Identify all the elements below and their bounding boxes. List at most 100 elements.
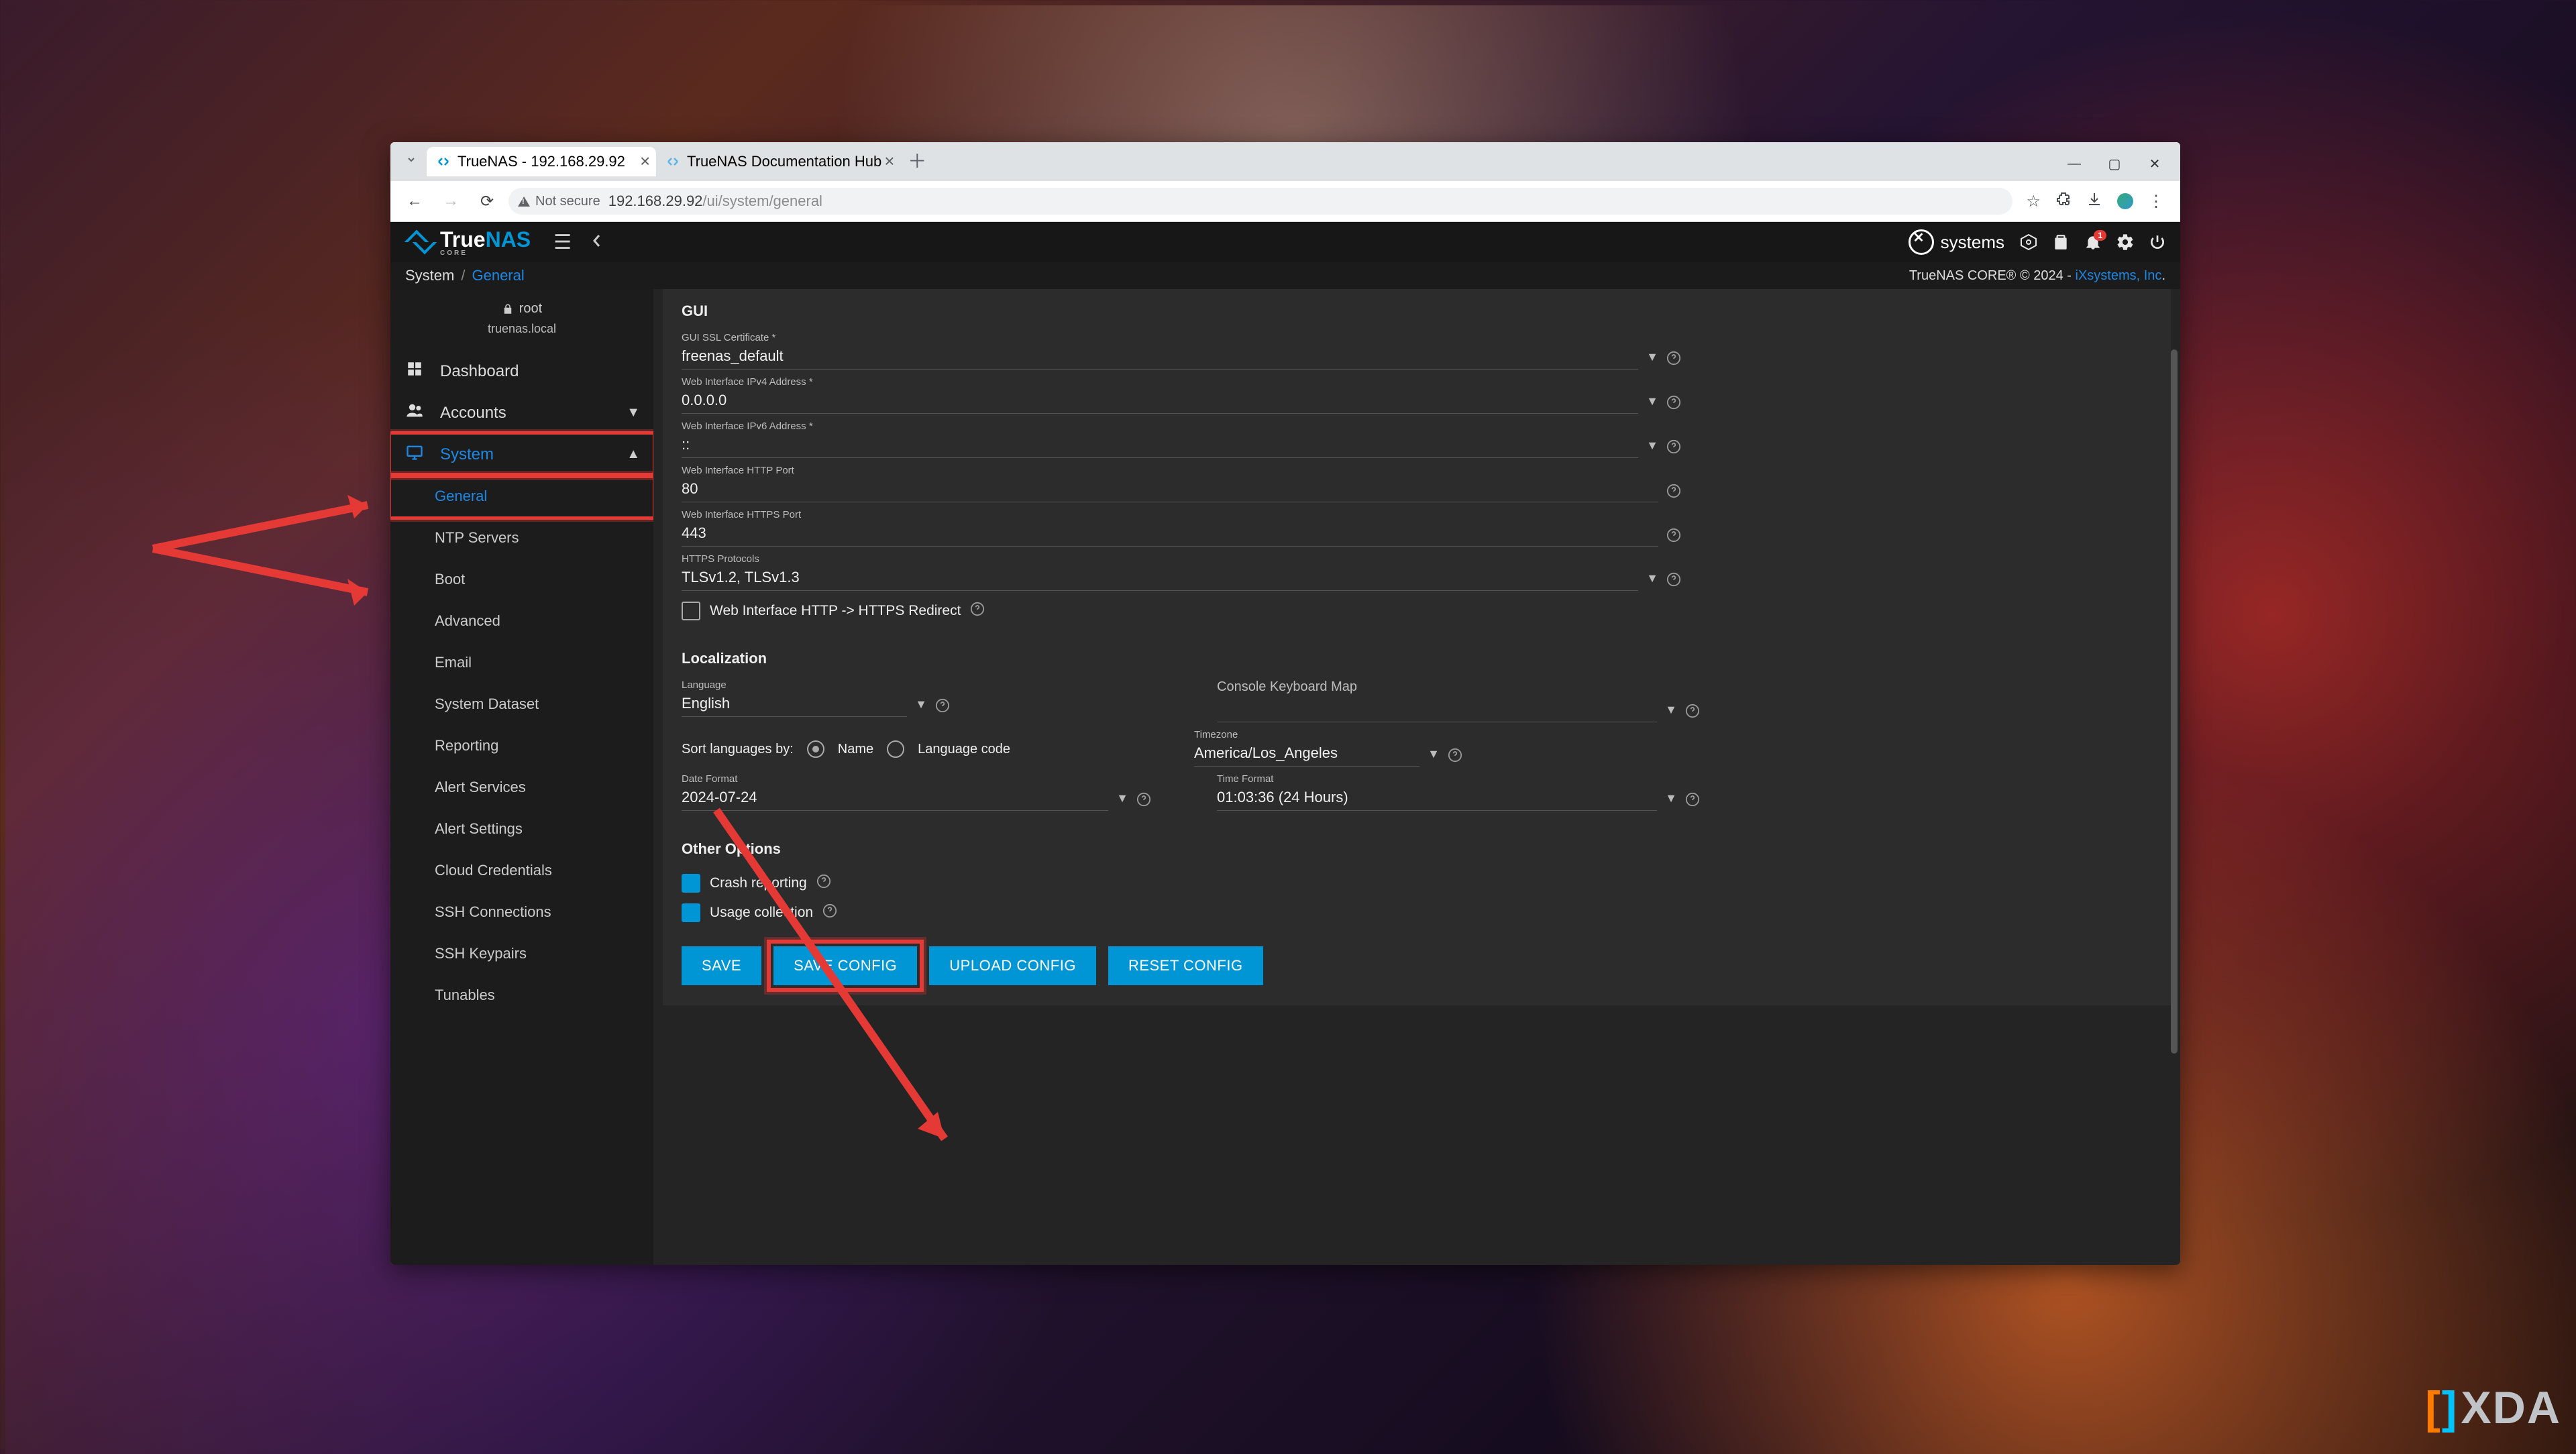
close-tab-icon[interactable]: ✕: [883, 154, 895, 170]
timezone-select[interactable]: America/Los_Angeles: [1194, 740, 1419, 767]
nav-back-button[interactable]: ←: [400, 186, 429, 216]
dropdown-icon[interactable]: ▼: [1646, 394, 1658, 414]
sidebar-item-dashboard[interactable]: Dashboard: [390, 351, 653, 392]
scrollbar-track[interactable]: [2171, 289, 2178, 1265]
profile-avatar[interactable]: [2117, 193, 2133, 209]
browser-menu-icon[interactable]: ⋮: [2148, 192, 2164, 211]
new-tab-button[interactable]: ＋: [904, 148, 930, 173]
desktop-wallpaper: TrueNAS - 192.168.29.92 ✕ TrueNAS Docume…: [5, 5, 2576, 1454]
sidebar-item-cloud-credentials[interactable]: Cloud Credentials: [390, 850, 653, 891]
truenas-logo[interactable]: TrueNAS CORE: [390, 227, 549, 257]
help-icon[interactable]: [816, 874, 831, 893]
sidebar-collapse-button[interactable]: [580, 232, 614, 253]
xda-watermark: []XDA: [2425, 1382, 2561, 1434]
window-close-button[interactable]: ✕: [2135, 150, 2175, 177]
dropdown-icon[interactable]: ▼: [1646, 350, 1658, 370]
help-icon[interactable]: [822, 903, 837, 922]
ix-logo-icon: [1909, 229, 1934, 255]
sort-code-radio[interactable]: [887, 740, 904, 758]
dropdown-icon[interactable]: ▼: [1646, 439, 1658, 458]
tab-search-button[interactable]: [400, 148, 423, 171]
crash-reporting-checkbox[interactable]: Crash reporting: [682, 863, 2171, 893]
accounts-icon: [404, 401, 425, 425]
nav-reload-button[interactable]: ⟳: [472, 186, 502, 216]
dropdown-icon[interactable]: ▼: [1116, 791, 1128, 811]
save-config-button[interactable]: SAVE CONFIG: [773, 946, 917, 985]
truecommand-icon[interactable]: [2012, 226, 2045, 258]
language-select[interactable]: English: [682, 691, 907, 717]
sidebar-item-ssh-connections[interactable]: SSH Connections: [390, 891, 653, 933]
help-icon[interactable]: [935, 698, 950, 717]
kbd-select[interactable]: [1217, 695, 1657, 722]
extensions-icon[interactable]: [2055, 191, 2072, 212]
tab-truenas[interactable]: TrueNAS - 192.168.29.92 ✕: [427, 147, 656, 176]
checkbox-checked-icon: [682, 903, 700, 922]
sidebar-item-advanced[interactable]: Advanced: [390, 600, 653, 642]
dateformat-select[interactable]: 2024-07-24: [682, 785, 1108, 811]
power-icon[interactable]: [2141, 226, 2174, 258]
usage-collection-checkbox[interactable]: Usage collection: [682, 893, 2171, 922]
sidebar-item-boot[interactable]: Boot: [390, 559, 653, 600]
sidebar-item-alert-settings[interactable]: Alert Settings: [390, 808, 653, 850]
help-icon[interactable]: [1666, 484, 1681, 502]
notifications-icon[interactable]: 1: [2077, 226, 2109, 258]
https-redirect-checkbox[interactable]: Web Interface HTTP -> HTTPS Redirect: [682, 591, 2171, 620]
help-icon[interactable]: [970, 602, 985, 620]
dropdown-icon[interactable]: ▼: [1665, 791, 1677, 811]
ipv6-select[interactable]: ::: [682, 432, 1638, 458]
scrollbar-thumb[interactable]: [2171, 349, 2178, 1054]
upload-config-button[interactable]: UPLOAD CONFIG: [929, 946, 1096, 985]
gui-section-title: GUI: [682, 293, 2171, 325]
downloads-icon[interactable]: [2086, 191, 2102, 212]
clipboard-icon[interactable]: [2045, 226, 2077, 258]
sidebar-item-accounts[interactable]: Accounts ▼: [390, 392, 653, 434]
help-icon[interactable]: [1666, 528, 1681, 547]
sidebar-item-email[interactable]: Email: [390, 642, 653, 683]
close-tab-icon[interactable]: ✕: [639, 154, 651, 170]
help-icon[interactable]: [1685, 792, 1700, 811]
help-icon[interactable]: [1666, 572, 1681, 591]
sidebar-item-reporting[interactable]: Reporting: [390, 725, 653, 767]
dropdown-icon[interactable]: ▼: [1428, 747, 1440, 767]
dropdown-icon[interactable]: ▼: [1646, 571, 1658, 591]
timeformat-select[interactable]: 01:03:36 (24 Hours): [1217, 785, 1657, 811]
sidebar-item-tunables[interactable]: Tunables: [390, 974, 653, 1016]
save-button[interactable]: SAVE: [682, 946, 761, 985]
dropdown-icon[interactable]: ▼: [1665, 703, 1677, 722]
window-minimize-button[interactable]: —: [2054, 150, 2094, 177]
breadcrumb-system[interactable]: System: [405, 267, 454, 284]
kbd-label: Console Keyboard Map: [1217, 679, 1700, 695]
https-port-input[interactable]: 443: [682, 520, 1658, 547]
https-proto-select[interactable]: TLSv1.2, TLSv1.3: [682, 565, 1638, 591]
sidebar-item-ntp[interactable]: NTP Servers: [390, 517, 653, 559]
site-security-chip[interactable]: Not secure: [518, 194, 600, 209]
nav-forward-button[interactable]: →: [436, 186, 466, 216]
help-icon[interactable]: [1136, 792, 1151, 811]
dropdown-icon[interactable]: ▼: [915, 697, 927, 717]
sidebar-toggle-button[interactable]: ☰: [549, 231, 580, 254]
sidebar-item-system[interactable]: System ▲: [390, 434, 653, 476]
reset-config-button[interactable]: RESET CONFIG: [1108, 946, 1263, 985]
sidebar-item-alert-services[interactable]: Alert Services: [390, 767, 653, 808]
breadcrumb-general[interactable]: General: [472, 267, 524, 284]
expand-icon: ▼: [627, 405, 640, 421]
ipv4-select[interactable]: 0.0.0.0: [682, 388, 1638, 414]
help-icon[interactable]: [1666, 395, 1681, 414]
help-icon[interactable]: [1666, 439, 1681, 458]
help-icon[interactable]: [1666, 351, 1681, 370]
bookmark-icon[interactable]: ☆: [2026, 192, 2041, 211]
ixsystems-link[interactable]: systems: [1900, 229, 2012, 255]
settings-icon[interactable]: [2109, 226, 2141, 258]
help-icon[interactable]: [1448, 748, 1462, 767]
tab-docs[interactable]: TrueNAS Documentation Hub ✕: [656, 147, 900, 176]
sidebar-item-general[interactable]: General: [390, 476, 653, 517]
sidebar-item-ssh-keypairs[interactable]: SSH Keypairs: [390, 933, 653, 974]
sort-name-radio[interactable]: [807, 740, 824, 758]
omnibox[interactable]: Not secure 192.168.29.92/ui/system/gener…: [508, 188, 2012, 215]
window-maximize-button[interactable]: ▢: [2094, 150, 2135, 177]
http-port-input[interactable]: 80: [682, 476, 1658, 502]
sidebar-item-sysdataset[interactable]: System Dataset: [390, 683, 653, 725]
ixsystems-footer-link[interactable]: iXsystems, Inc: [2076, 268, 2162, 283]
help-icon[interactable]: [1685, 704, 1700, 722]
cert-select[interactable]: freenas_default: [682, 343, 1638, 370]
